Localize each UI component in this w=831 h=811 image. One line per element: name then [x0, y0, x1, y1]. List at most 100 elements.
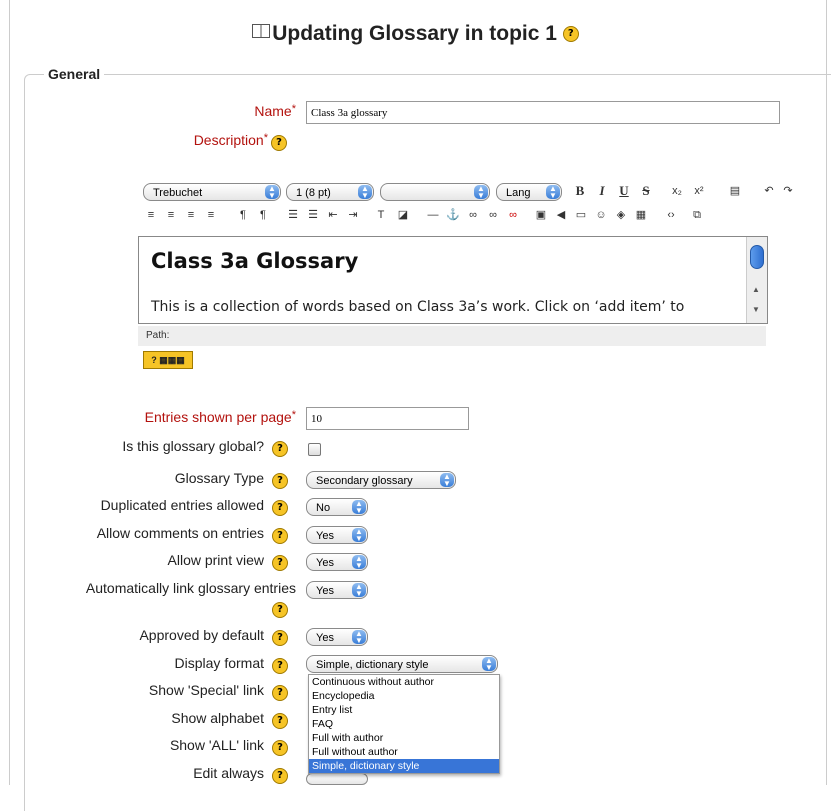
description-help-icon[interactable]: ? — [271, 135, 287, 151]
bg-color-icon[interactable]: ◪ — [396, 207, 410, 223]
ordered-list-icon[interactable]: ☰ — [286, 207, 300, 223]
edit-always-help-icon[interactable]: ? — [272, 768, 288, 784]
chevron-updown-icon: ▲ ▼ — [352, 630, 366, 645]
global-help-icon[interactable]: ? — [272, 441, 288, 457]
dropdown-option[interactable]: FAQ — [309, 717, 499, 731]
glossary-type-help-icon[interactable]: ? — [272, 473, 288, 489]
dropdown-option-selected[interactable]: Simple, dictionary style — [309, 759, 499, 773]
link-icon[interactable]: ∞ — [466, 207, 480, 223]
insert-media-icon[interactable]: ◀ — [554, 207, 568, 223]
dropdown-option[interactable]: Continuous without author — [309, 675, 499, 689]
display-format-dropdown[interactable]: Continuous without author Encyclopedia E… — [308, 674, 500, 774]
fullscreen-icon[interactable]: ⧉ — [690, 207, 704, 223]
glossary-type-label: Glossary Type — [174, 470, 264, 486]
undo-icon[interactable]: ↶ — [762, 183, 776, 199]
dropdown-option[interactable]: Encyclopedia — [309, 689, 499, 703]
html-source-icon[interactable]: ‹› — [664, 207, 678, 223]
entries-per-page-label: Entries shown per page* — [144, 409, 296, 425]
name-input[interactable] — [306, 101, 780, 124]
all-link-label: Show 'ALL' link — [169, 737, 264, 753]
all-link-help-icon[interactable]: ? — [272, 740, 288, 756]
alphabet-help-icon[interactable]: ? — [272, 713, 288, 729]
help-icon[interactable]: ? — [562, 26, 579, 43]
autolink-select[interactable]: Yes ▲ ▼ — [306, 581, 368, 599]
rich-text-editor[interactable]: Class 3a Glossary This is a collection o… — [138, 236, 768, 324]
scroll-down-arrow-icon[interactable]: ▼ — [752, 305, 760, 314]
display-format-help-icon[interactable]: ? — [272, 658, 288, 674]
autolink-help-icon[interactable]: ? — [272, 602, 288, 618]
smiley-icon[interactable]: ☺ — [594, 207, 608, 223]
outdent-icon[interactable]: ⇤ — [326, 207, 340, 223]
text-color-icon[interactable]: T — [374, 207, 388, 223]
unlink-icon[interactable]: ∞ — [486, 207, 500, 223]
ltr-icon[interactable]: ¶ — [236, 207, 250, 223]
editor-heading-text: Class 3a Glossary — [151, 249, 359, 273]
glossary-type-select[interactable]: Secondary glossary ▲ ▼ — [306, 471, 456, 489]
strikethrough-button[interactable]: S — [639, 183, 653, 199]
dropdown-option[interactable]: Full without author — [309, 745, 499, 759]
page-title: Updating Glossary in topic 1 ? — [0, 22, 831, 46]
chevron-updown-icon: ▲ ▼ — [474, 185, 488, 200]
description-label: Description* — [193, 132, 268, 148]
editor-toolbar-row-1: Trebuchet ▲ ▼ 1 (8 pt) ▲ ▼ ▲ ▼ Lang ▲ ▼ B I U S… — [140, 183, 793, 203]
italic-button[interactable]: I — [595, 183, 609, 199]
horizontal-rule-icon[interactable]: — — [426, 207, 440, 223]
insert-image-icon[interactable]: ▣ — [534, 207, 548, 223]
comments-select[interactable]: Yes ▲ ▼ — [306, 526, 368, 544]
scroll-up-arrow-icon[interactable]: ▲ — [752, 285, 760, 294]
lang-select[interactable]: Lang ▲ ▼ — [496, 183, 562, 201]
size-select[interactable]: 1 (8 pt) ▲ ▼ — [286, 183, 374, 201]
chevron-updown-icon: ▲ ▼ — [482, 657, 496, 672]
align-left-icon[interactable]: ≡ — [144, 207, 158, 223]
fieldset-legend: General — [44, 66, 105, 82]
anchor-icon[interactable]: ⚓ — [446, 207, 460, 223]
unordered-list-icon[interactable]: ☰ — [306, 207, 320, 223]
global-checkbox[interactable] — [308, 443, 321, 456]
redo-icon[interactable]: ↷ — [781, 183, 795, 199]
print-view-label: Allow print view — [167, 552, 264, 568]
superscript-icon[interactable]: x² — [692, 183, 706, 199]
dropdown-option[interactable]: Full with author — [309, 731, 499, 745]
entries-per-page-input[interactable] — [306, 407, 469, 430]
align-center-icon[interactable]: ≡ — [164, 207, 178, 223]
editor-scrollbar[interactable]: ▲ ▼ — [746, 237, 767, 323]
justify-icon[interactable]: ≡ — [204, 207, 218, 223]
name-label: Name* — [254, 103, 296, 119]
underline-button[interactable]: U — [617, 183, 631, 199]
insert-table-icon[interactable]: ▭ — [574, 207, 588, 223]
special-link-help-icon[interactable]: ? — [272, 685, 288, 701]
align-right-icon[interactable]: ≡ — [184, 207, 198, 223]
chevron-updown-icon: ▲ ▼ — [352, 500, 366, 515]
heading-select[interactable]: ▲ ▼ — [380, 183, 490, 201]
print-view-help-icon[interactable]: ? — [272, 555, 288, 571]
chevron-updown-icon: ▲ ▼ — [265, 185, 279, 200]
glossary-icon — [252, 24, 271, 38]
clean-word-icon[interactable]: ▤ — [728, 183, 742, 199]
global-label: Is this glossary global? — [122, 438, 264, 454]
approved-select[interactable]: Yes ▲ ▼ — [306, 628, 368, 646]
bold-button[interactable]: B — [573, 183, 587, 199]
comments-help-icon[interactable]: ? — [272, 528, 288, 544]
indent-icon[interactable]: ⇥ — [346, 207, 360, 223]
scrollbar-thumb[interactable] — [750, 245, 764, 269]
edit-always-select[interactable] — [306, 773, 368, 785]
display-format-select[interactable]: Simple, dictionary style ▲ ▼ — [306, 655, 498, 673]
duplicated-help-icon[interactable]: ? — [272, 500, 288, 516]
subscript-icon[interactable]: x₂ — [670, 183, 684, 199]
special-char-icon[interactable]: ◈ — [614, 207, 628, 223]
font-select[interactable]: Trebuchet ▲ ▼ — [143, 183, 281, 201]
autolink-label: Automatically link glossary entries — [85, 580, 296, 596]
dropdown-option[interactable]: Entry list — [309, 703, 499, 717]
chevron-updown-icon: ▲ ▼ — [352, 528, 366, 543]
print-view-select[interactable]: Yes ▲ ▼ — [306, 553, 368, 571]
edit-always-label: Edit always — [193, 765, 264, 781]
approved-help-icon[interactable]: ? — [272, 630, 288, 646]
duplicated-select[interactable]: No ▲ ▼ — [306, 498, 368, 516]
editor-help-button[interactable]: ? ▦▦▦ — [143, 351, 193, 369]
nolink-icon[interactable]: ∞ — [506, 207, 520, 223]
search-replace-icon[interactable]: ▦ — [634, 207, 648, 223]
rtl-icon[interactable]: ¶ — [256, 207, 270, 223]
comments-label: Allow comments on entries — [96, 525, 264, 541]
editor-path-bar: Path: — [138, 326, 766, 346]
chevron-updown-icon: ▲ ▼ — [352, 583, 366, 598]
